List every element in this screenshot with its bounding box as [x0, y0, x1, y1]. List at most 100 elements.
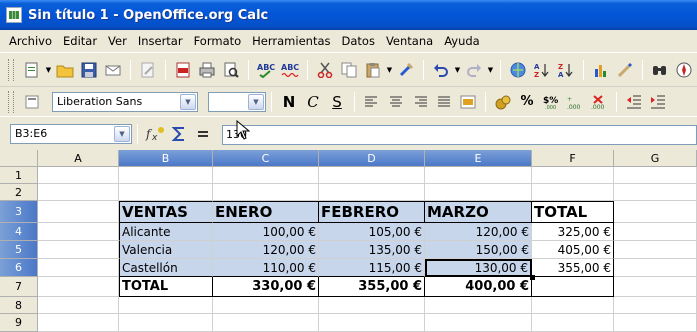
- open-folder-icon[interactable]: [54, 59, 76, 81]
- redo-dropdown-icon[interactable]: ▼: [486, 59, 495, 81]
- cell-d9[interactable]: [319, 314, 425, 332]
- draw-functions-icon[interactable]: [614, 59, 636, 81]
- font-size-combo[interactable]: ▼: [208, 91, 266, 112]
- cell-e9[interactable]: [425, 314, 532, 332]
- column-header-c[interactable]: C: [213, 150, 319, 167]
- name-box[interactable]: B3:E6 ▼: [10, 123, 132, 144]
- cell-g4[interactable]: [614, 223, 697, 241]
- cell-g3[interactable]: [614, 201, 697, 223]
- function-equals-icon[interactable]: [192, 123, 214, 145]
- cell-a3[interactable]: [38, 201, 119, 223]
- cell-alicante-marzo[interactable]: 120,00 €: [425, 223, 532, 241]
- row-header-6[interactable]: 6: [0, 259, 38, 277]
- cell-castellon-febrero[interactable]: 115,00 €: [319, 259, 425, 277]
- column-header-d[interactable]: D: [319, 150, 425, 167]
- spellcheck-icon[interactable]: ABC: [255, 59, 277, 81]
- column-header-a[interactable]: A: [38, 150, 119, 167]
- menu-ventana[interactable]: Ventana: [381, 34, 439, 48]
- menu-datos[interactable]: Datos: [337, 34, 381, 48]
- increase-indent-icon[interactable]: [647, 91, 669, 113]
- cell-b9[interactable]: [119, 314, 213, 332]
- cell-g2[interactable]: [614, 184, 697, 201]
- menu-herramientas[interactable]: Herramientas: [247, 34, 336, 48]
- row-header-1[interactable]: 1: [0, 167, 38, 184]
- align-right-icon[interactable]: [409, 91, 431, 113]
- column-header-b[interactable]: B: [119, 150, 213, 167]
- clone-formatting-icon[interactable]: [395, 59, 417, 81]
- select-all-corner[interactable]: [0, 150, 38, 167]
- cell-b2[interactable]: [119, 184, 213, 201]
- align-center-icon[interactable]: [385, 91, 407, 113]
- cell-e1[interactable]: [425, 167, 532, 184]
- header-cell-marzo[interactable]: MARZO: [425, 201, 532, 223]
- new-document-icon[interactable]: [21, 59, 43, 81]
- export-pdf-icon[interactable]: [172, 59, 194, 81]
- paste-dropdown-icon[interactable]: ▼: [385, 59, 394, 81]
- cell-g1[interactable]: [614, 167, 697, 184]
- cell-castellon-enero[interactable]: 110,00 €: [213, 259, 319, 277]
- cell-e2[interactable]: [425, 184, 532, 201]
- total-febrero[interactable]: 355,00 €: [319, 277, 425, 297]
- header-cell-total[interactable]: TOTAL: [532, 201, 614, 223]
- total-total[interactable]: [532, 277, 614, 297]
- toolbar-grip[interactable]: [8, 58, 14, 81]
- merge-cells-icon[interactable]: [457, 91, 479, 113]
- menu-formato[interactable]: Formato: [189, 34, 248, 48]
- menu-editar[interactable]: Editar: [58, 34, 103, 48]
- delete-decimal-icon[interactable]: .000: [588, 91, 610, 113]
- sum-icon[interactable]: [168, 123, 190, 145]
- menu-insertar[interactable]: Insertar: [133, 34, 189, 48]
- undo-dropdown-icon[interactable]: ▼: [453, 59, 462, 81]
- cell-valencia-febrero[interactable]: 135,00 €: [319, 241, 425, 259]
- save-icon[interactable]: [78, 59, 100, 81]
- cell-castellon-marzo-active[interactable]: 130,00 €: [425, 259, 532, 277]
- function-wizard-icon[interactable]: fx: [144, 123, 166, 145]
- cell-f1[interactable]: [532, 167, 614, 184]
- total-enero[interactable]: 330,00 €: [213, 277, 319, 297]
- redo-icon[interactable]: [463, 59, 485, 81]
- cell-c1[interactable]: [213, 167, 319, 184]
- justify-icon[interactable]: [433, 91, 455, 113]
- autospellcheck-icon[interactable]: ABC: [279, 59, 301, 81]
- cell-c9[interactable]: [213, 314, 319, 332]
- underline-button[interactable]: S: [326, 91, 348, 113]
- cut-icon[interactable]: [314, 59, 336, 81]
- cell-g5[interactable]: [614, 241, 697, 259]
- add-decimal-icon[interactable]: + .000: [564, 91, 586, 113]
- cell-g7[interactable]: [614, 277, 697, 297]
- row-label-valencia[interactable]: Valencia: [119, 241, 213, 259]
- cell-g9[interactable]: [614, 314, 697, 332]
- hyperlink-icon[interactable]: [507, 59, 529, 81]
- cell-d2[interactable]: [319, 184, 425, 201]
- align-left-icon[interactable]: [361, 91, 383, 113]
- sort-descending-icon[interactable]: ZA: [555, 59, 577, 81]
- total-marzo[interactable]: 400,00 €: [425, 277, 532, 297]
- name-box-dropdown-icon[interactable]: ▼: [114, 125, 130, 142]
- cell-f8[interactable]: [532, 297, 614, 314]
- email-icon[interactable]: [102, 59, 124, 81]
- cell-valencia-marzo[interactable]: 150,00 €: [425, 241, 532, 259]
- font-size-dropdown-icon[interactable]: ▼: [248, 93, 264, 110]
- row-label-castellon[interactable]: Castellón: [119, 259, 213, 277]
- cell-b8[interactable]: [119, 297, 213, 314]
- cell-a7[interactable]: [38, 277, 119, 297]
- cell-alicante-total[interactable]: 325,00 €: [532, 223, 614, 241]
- menu-ayuda[interactable]: Ayuda: [439, 34, 486, 48]
- cell-a1[interactable]: [38, 167, 119, 184]
- cell-a4[interactable]: [38, 223, 119, 241]
- cell-a2[interactable]: [38, 184, 119, 201]
- styles-formatting-icon[interactable]: [21, 91, 43, 113]
- column-header-g[interactable]: G: [614, 150, 697, 167]
- cell-valencia-total[interactable]: 405,00 €: [532, 241, 614, 259]
- row-header-7[interactable]: 7: [0, 277, 38, 297]
- cell-c8[interactable]: [213, 297, 319, 314]
- spreadsheet-grid[interactable]: A B C D E F G 1 2 3 4 5 6 7 8 9 VENTAS E…: [0, 150, 697, 332]
- percent-format-icon[interactable]: %: [516, 91, 538, 113]
- cell-a9[interactable]: [38, 314, 119, 332]
- header-cell-ventas[interactable]: VENTAS: [119, 201, 213, 223]
- cell-d8[interactable]: [319, 297, 425, 314]
- edit-file-icon[interactable]: [137, 59, 159, 81]
- row-header-4[interactable]: 4: [0, 223, 38, 241]
- cell-f2[interactable]: [532, 184, 614, 201]
- cell-a6[interactable]: [38, 259, 119, 277]
